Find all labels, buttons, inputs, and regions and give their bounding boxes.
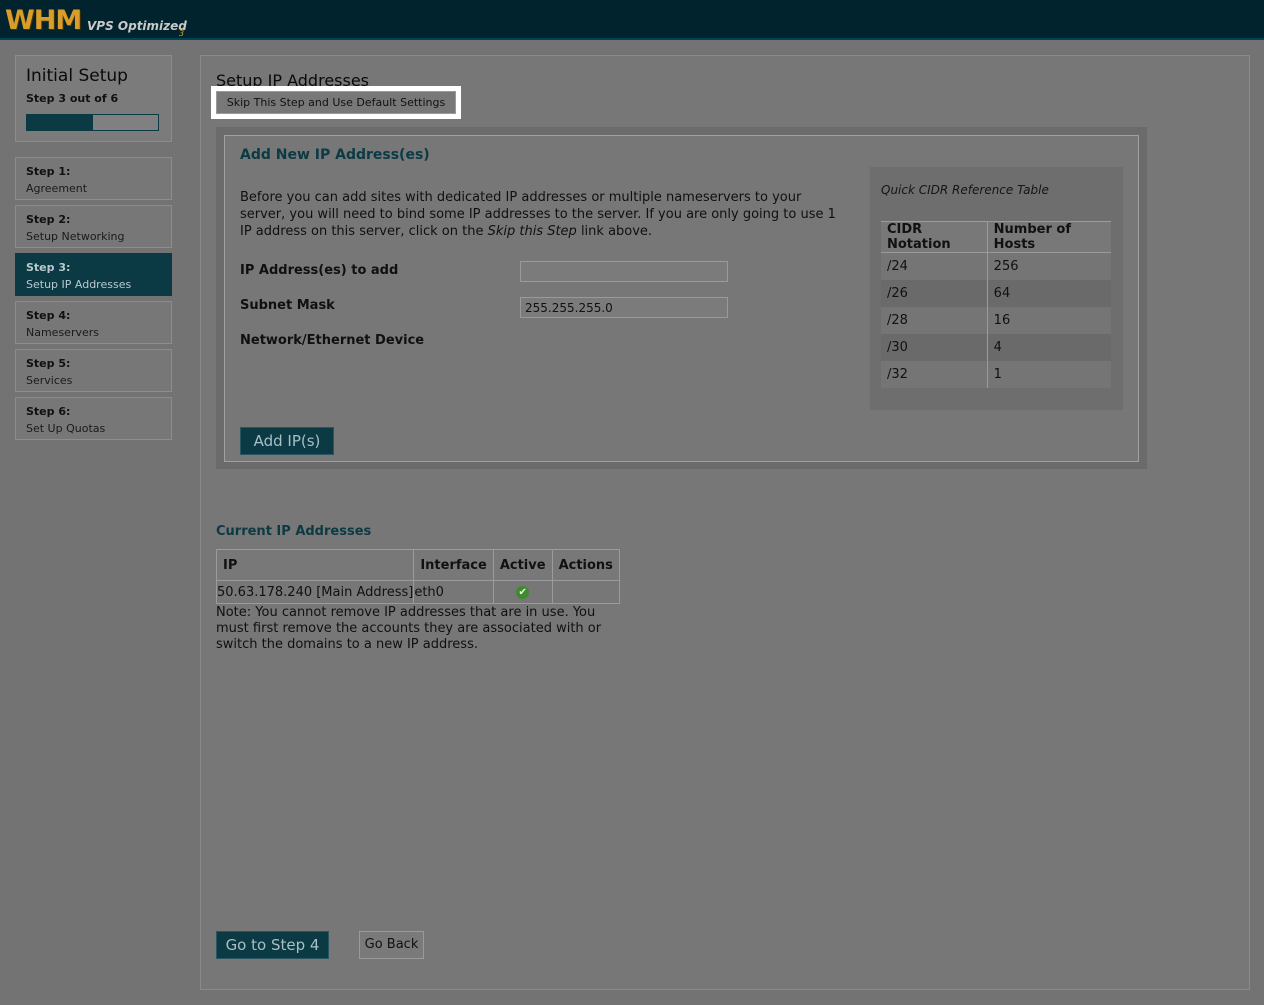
go-to-step-4-button[interactable]: Go to Step 4: [216, 931, 329, 959]
table-row: /24 256: [881, 252, 1111, 280]
ip-cell: 50.63.178.240 [Main Address]: [215, 580, 415, 604]
sidebar-step-6[interactable]: Step 6: Set Up Quotas: [15, 397, 172, 440]
step-number: Step 3:: [26, 261, 71, 274]
cidr-cell: /24: [881, 252, 988, 280]
step-number: Step 2:: [26, 213, 71, 226]
interface-cell: eth0: [413, 580, 494, 604]
network-device-label: Network/Ethernet Device: [240, 333, 425, 348]
subnet-mask-input[interactable]: [520, 297, 728, 318]
intro-text-end: link above.: [576, 224, 653, 239]
add-ip-heading: Add New IP Address(es): [240, 147, 430, 163]
step-label: Setup IP Addresses: [26, 278, 132, 291]
cidr-cell: /32: [881, 360, 988, 388]
cidr-header-hosts: Number of Hosts: [986, 221, 1111, 253]
skip-step-button[interactable]: Skip This Step and Use Default Settings: [216, 91, 456, 114]
go-back-button[interactable]: Go Back: [359, 931, 424, 959]
active-cell: ✔: [492, 580, 553, 604]
sidebar-step-5[interactable]: Step 5: Services: [15, 349, 172, 392]
actions-cell: [551, 580, 620, 604]
subnet-mask-label: Subnet Mask: [240, 298, 335, 313]
ip-address-label: IP Address(es) to add: [240, 263, 399, 278]
sidebar-step-3[interactable]: Step 3: Setup IP Addresses: [15, 253, 172, 296]
active-check-icon: ✔: [516, 585, 530, 599]
step-number: Step 5:: [26, 357, 71, 370]
step-label: Nameservers: [26, 326, 100, 339]
step-number: Step 4:: [26, 309, 71, 322]
add-ips-button[interactable]: Add IP(s): [240, 427, 334, 455]
hosts-cell: 16: [986, 306, 1111, 334]
step-label: Agreement: [26, 182, 88, 195]
step-indicator: Step 3 out of 6: [26, 92, 119, 105]
hosts-cell: 64: [986, 279, 1111, 307]
active-column-header: Active: [492, 549, 553, 581]
sidebar-step-4[interactable]: Step 4: Nameservers: [15, 301, 172, 344]
table-row: /32 1: [881, 360, 1111, 388]
cidr-cell: /30: [881, 333, 988, 361]
hosts-cell: 256: [986, 252, 1111, 280]
cidr-reference-table: CIDR Notation Number of Hosts /24 256 /2…: [881, 221, 1111, 388]
ip-address-input[interactable]: [520, 261, 728, 282]
table-row: /28 16: [881, 306, 1111, 334]
step-number: Step 6:: [26, 405, 71, 418]
table-row: 50.63.178.240 [Main Address] eth0 ✔: [215, 580, 620, 604]
step-label: Set Up Quotas: [26, 422, 106, 435]
step-number: Step 1:: [26, 165, 71, 178]
intro-text: Before you can add sites with dedicated …: [240, 189, 845, 240]
hosts-cell: 4: [986, 333, 1111, 361]
cidr-cell: /28: [881, 306, 988, 334]
step-label: Setup Networking: [26, 230, 125, 243]
table-row: /30 4: [881, 333, 1111, 361]
cidr-header-notation: CIDR Notation: [881, 221, 988, 253]
progress-bar: [26, 114, 159, 131]
logo-version: 3: [179, 29, 185, 38]
progress-fill: [27, 115, 93, 130]
logo-subtitle: VPS Optimized: [87, 19, 187, 33]
actions-column-header: Actions: [551, 549, 620, 581]
interface-column-header: Interface: [413, 549, 494, 581]
logo-text: WHM: [5, 5, 82, 36]
current-ips-table: IP Interface Active Actions 50.63.178.24…: [215, 549, 620, 604]
in-use-note: Note: You cannot remove IP addresses tha…: [216, 605, 602, 652]
cidr-cell: /26: [881, 279, 988, 307]
sidebar-step-2[interactable]: Step 2: Setup Networking: [15, 205, 172, 248]
cidr-caption: Quick CIDR Reference Table: [881, 183, 1049, 197]
step-label: Services: [26, 374, 73, 387]
setup-progress-panel: Initial Setup Step 3 out of 6: [15, 55, 172, 142]
current-ips-heading: Current IP Addresses: [216, 524, 372, 539]
sidebar-step-1[interactable]: Step 1: Agreement: [15, 157, 172, 200]
skip-step-reference: Skip this Step: [487, 224, 577, 239]
hosts-cell: 1: [986, 360, 1111, 388]
ip-column-header: IP: [215, 549, 415, 581]
skip-button-highlight: Skip This Step and Use Default Settings: [211, 86, 461, 119]
sidebar-title: Initial Setup: [26, 66, 128, 86]
top-header-bar: WHM VPS Optimized 3: [0, 0, 1264, 40]
table-row: /26 64: [881, 279, 1111, 307]
